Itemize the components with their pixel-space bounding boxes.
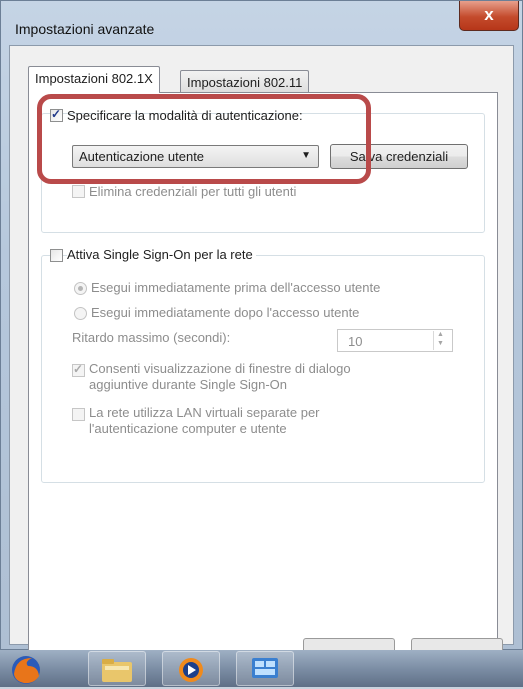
after-logon-label: Esegui immediatamente dopo l'accesso ute… xyxy=(91,305,360,320)
taskbar-slot-media-player[interactable] xyxy=(162,651,220,686)
taskbar-slot-explorer[interactable] xyxy=(88,651,146,686)
annotation-highlight xyxy=(37,94,371,184)
title-bar[interactable]: Impostazioni avanzate x xyxy=(1,1,522,37)
arrow-up-icon[interactable]: ▲ xyxy=(437,331,444,338)
before-logon-label: Esegui immediatamente prima dell'accesso… xyxy=(91,280,381,295)
allow-dialogs-label-line2: aggiuntive durante Single Sign-On xyxy=(89,377,288,392)
window-title: Impostazioni avanzate xyxy=(15,21,155,37)
close-button[interactable]: x xyxy=(459,1,519,31)
max-delay-value: 10 xyxy=(348,334,363,349)
allow-dialogs-checkbox[interactable] xyxy=(72,362,85,377)
delete-credentials-checkbox[interactable] xyxy=(72,185,85,198)
tab-80211-settings[interactable]: Impostazioni 802.11 xyxy=(180,70,310,94)
firefox-icon[interactable] xyxy=(6,652,46,686)
advanced-settings-window: Impostazioni avanzate x Impostazioni 802… xyxy=(0,0,523,664)
allow-dialogs-label-line1: Consenti visualizzazione di finestre di … xyxy=(89,361,351,376)
vlan-checkbox[interactable] xyxy=(72,408,85,421)
close-icon: x xyxy=(484,5,494,24)
taskbar xyxy=(0,650,523,687)
folder-icon xyxy=(102,659,132,682)
enable-sso-checkbox[interactable] xyxy=(50,249,63,262)
vlan-label-line1: La rete utilizza LAN virtuali separate p… xyxy=(89,405,320,420)
delete-credentials-label: Elimina credenziali per tutti gli utenti xyxy=(89,184,297,199)
taskbar-slot-network[interactable] xyxy=(236,651,294,686)
after-logon-radio[interactable] xyxy=(74,307,87,320)
stepper-buttons[interactable]: ▲ ▼ xyxy=(433,331,450,350)
max-delay-label: Ritardo massimo (secondi): xyxy=(72,330,231,345)
media-player-icon xyxy=(179,658,203,682)
max-delay-stepper[interactable]: 10 ▲ ▼ xyxy=(337,329,453,352)
network-icon xyxy=(252,658,278,678)
tab-8021x-settings[interactable]: Impostazioni 802.1X xyxy=(28,66,160,93)
before-logon-radio[interactable] xyxy=(74,282,87,295)
arrow-down-icon[interactable]: ▼ xyxy=(437,340,444,347)
vlan-label-line2: l'autenticazione computer e utente xyxy=(89,421,287,436)
enable-sso-label: Attiva Single Sign-On per la rete xyxy=(67,247,256,262)
